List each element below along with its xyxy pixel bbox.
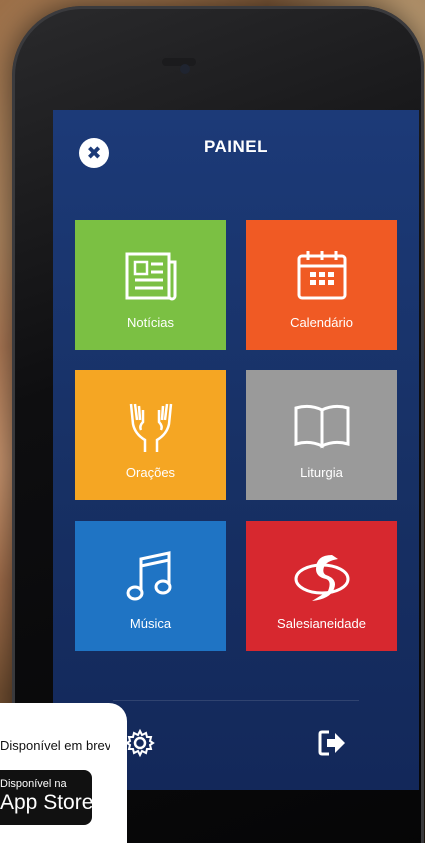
music-note-icon — [126, 551, 171, 601]
salesian-logo-icon — [294, 555, 349, 601]
tile-label: Salesianeidade — [277, 616, 366, 631]
top-bar: ✖ PAINEL — [53, 110, 419, 190]
badge-big-text: App Store — [0, 791, 94, 814]
tile-liturgia[interactable]: Liturgia — [246, 370, 397, 500]
tile-label: Calendário — [290, 315, 353, 330]
app-store-badge[interactable]: Disponível na App Store — [0, 770, 94, 825]
phone-camera — [180, 64, 190, 74]
phone-speaker — [162, 58, 196, 66]
tile-label: Liturgia — [300, 465, 343, 480]
footer-divider — [113, 700, 359, 701]
badge-small-text: Disponível na — [0, 778, 67, 790]
exit-icon[interactable] — [317, 728, 347, 758]
app-screen: ✖ PAINEL Notícias Calendário Orações Lit… — [53, 110, 419, 790]
tile-musica[interactable]: Música — [75, 521, 226, 651]
tile-label: Notícias — [127, 315, 174, 330]
tile-noticias[interactable]: Notícias — [75, 220, 226, 350]
open-book-icon — [294, 404, 349, 449]
tile-label: Orações — [125, 465, 176, 480]
promo-text: Disponível em breve: — [0, 738, 110, 753]
page-title: PAINEL — [203, 137, 269, 156]
tile-oracoes[interactable]: Orações — [75, 370, 226, 500]
tile-calendario[interactable]: Calendário — [246, 220, 397, 350]
tile-salesianeidade[interactable]: Salesianeidade — [246, 521, 397, 651]
tile-label: Música — [129, 616, 172, 631]
close-button[interactable]: ✖ — [79, 138, 109, 168]
calendar-icon — [297, 251, 346, 300]
newspaper-icon — [125, 252, 176, 301]
gear-icon[interactable] — [125, 728, 155, 758]
close-icon: ✖ — [86, 143, 102, 163]
app-store-promo: Disponível em breve: Disponível na App S… — [0, 703, 127, 843]
praying-hands-icon — [129, 403, 172, 452]
